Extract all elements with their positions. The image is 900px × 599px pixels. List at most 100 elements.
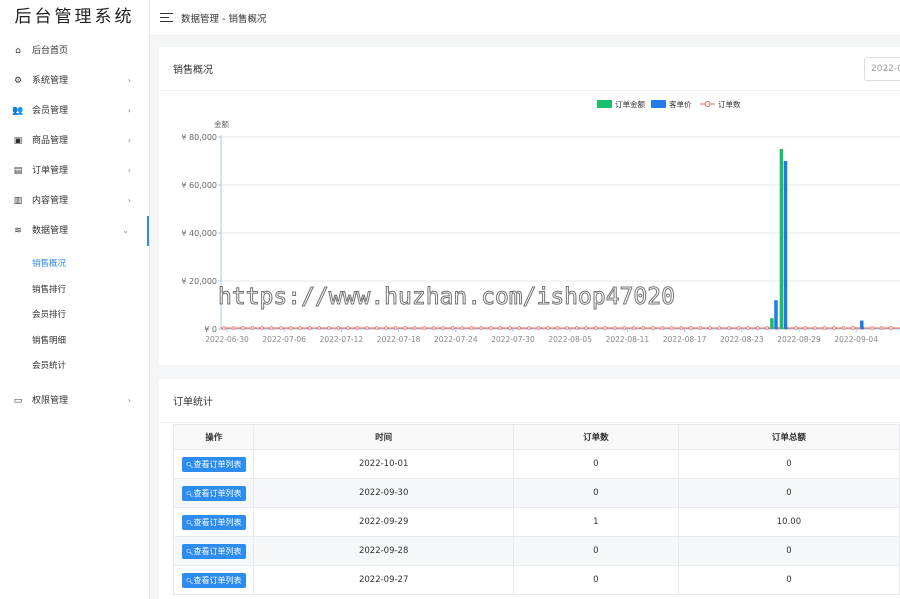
order-count-point bbox=[460, 326, 465, 330]
sidebar-item-label: 会员管理 bbox=[32, 106, 69, 116]
order-count-point bbox=[384, 326, 388, 330]
order-count-point bbox=[813, 326, 817, 330]
sidebar-item[interactable]: ⌂ 后台首页 bbox=[0, 36, 149, 66]
order-count-point bbox=[450, 326, 455, 330]
order-count-point bbox=[832, 326, 836, 330]
order-count-point bbox=[670, 326, 674, 330]
database-icon: ≋ bbox=[14, 226, 22, 236]
order-count-point bbox=[393, 326, 398, 330]
submenu-item[interactable]: 会员统计 bbox=[0, 354, 149, 380]
order-count-point bbox=[269, 326, 274, 330]
sidebar-item-label: 系统管理 bbox=[32, 76, 69, 86]
view-order-list-button[interactable]: 🔍︎查看订单列表 bbox=[181, 514, 246, 530]
orders-card-header: 订单统计 bbox=[159, 379, 900, 423]
action-cell: 🔍︎查看订单列表 bbox=[172, 536, 255, 566]
view-order-list-button[interactable]: 🔍︎查看订单列表 bbox=[181, 543, 246, 559]
order-count-point bbox=[679, 326, 684, 330]
bag-icon: ▣ bbox=[13, 136, 23, 146]
y-tick-label: ¥ 20,000 bbox=[181, 277, 217, 286]
order-count-point bbox=[431, 326, 436, 330]
search-icon: 🔍︎ bbox=[185, 490, 194, 498]
order-count-point bbox=[851, 326, 855, 330]
order-count-point bbox=[736, 326, 741, 330]
gear-icon: ⚙ bbox=[13, 76, 23, 86]
table-row: 🔍︎查看订单列表 2022-09-27 0 0 bbox=[172, 565, 900, 595]
menu-toggle-icon[interactable] bbox=[160, 10, 173, 25]
breadcrumb: 数据管理 - 销售概况 bbox=[181, 13, 267, 25]
sidebar-item[interactable]: ▤ 订单管理 › bbox=[0, 156, 149, 186]
action-cell: 🔍︎查看订单列表 bbox=[172, 565, 255, 595]
col-header-action: 操作 bbox=[172, 424, 255, 450]
order-count-point bbox=[698, 326, 703, 330]
date-range-input[interactable]: 2022-0 bbox=[864, 57, 900, 81]
sidebar-item[interactable]: 👥 会员管理 › bbox=[0, 96, 149, 126]
order-count-point bbox=[241, 326, 245, 330]
view-order-list-button[interactable]: 🔍︎查看订单列表 bbox=[181, 572, 246, 588]
app-logo-title: 后台管理系统 bbox=[14, 7, 135, 27]
sidebar-item[interactable]: ▭ 权限管理 › bbox=[0, 386, 149, 416]
x-tick-label: 2022-09-04 bbox=[834, 335, 878, 344]
submenu-item[interactable]: 销售排行 bbox=[0, 278, 149, 304]
order-count-point bbox=[746, 326, 750, 330]
search-icon: 🔍︎ bbox=[185, 461, 194, 469]
order-count-point bbox=[689, 326, 693, 330]
sidebar-item-label: 订单管理 bbox=[32, 166, 69, 176]
sidebar-item-label: 后台首页 bbox=[32, 46, 69, 56]
sales-chart: ¥ 0 ¥ 20,000 ¥ 40,000 ¥ 60,000 ¥ 80,000 金额 202… bbox=[181, 99, 900, 344]
order-count-point bbox=[288, 326, 293, 330]
order-count-point bbox=[365, 326, 369, 330]
order-count-point bbox=[489, 326, 493, 330]
order-count-point bbox=[803, 326, 808, 330]
sidebar-item-label: 内容管理 bbox=[32, 196, 69, 206]
y-axis-label: 金额 bbox=[214, 119, 229, 129]
x-tick-label: 2022-06-30 bbox=[205, 335, 249, 344]
button-label: 查看订单列表 bbox=[193, 575, 242, 585]
order-count-point bbox=[622, 326, 627, 330]
sidebar-item[interactable]: ≋ 数据管理 ⌄ bbox=[0, 216, 149, 246]
orders-card-title: 订单统计 bbox=[173, 397, 213, 408]
users-icon: 👥 bbox=[12, 106, 24, 116]
order-count-point bbox=[374, 326, 379, 330]
sidebar-item[interactable]: ▣ 商品管理 › bbox=[0, 126, 149, 156]
order-count-point bbox=[307, 326, 312, 330]
table-row: 🔍︎查看订单列表 2022-09-29 1 10.00 bbox=[172, 507, 900, 537]
order-count-point bbox=[403, 326, 407, 330]
chevron-right-icon: › bbox=[127, 395, 131, 405]
order-count-point bbox=[660, 326, 665, 330]
y-tick-label: ¥ 80,000 bbox=[181, 133, 217, 142]
submenu-item[interactable]: 会员排行 bbox=[0, 303, 149, 329]
date-cell: 2022-09-29 bbox=[253, 507, 514, 537]
order-count-point bbox=[555, 326, 560, 330]
order-count-point bbox=[250, 326, 255, 330]
table-row: 🔍︎查看订单列表 2022-09-28 0 0 bbox=[172, 536, 900, 566]
x-tick-label: 2022-07-30 bbox=[491, 335, 535, 344]
order-count-point bbox=[870, 326, 874, 330]
sidebar: 后台管理系统 ⌂ 后台首页 ⚙ 系统管理 › 👥 会员管理 › ▣ 商品管理 › ▤ 订单管理 › ▥ 内容管… bbox=[0, 0, 150, 599]
count-cell: 0 bbox=[512, 449, 679, 479]
home-icon: ⌂ bbox=[15, 46, 21, 56]
total-cell: 0 bbox=[677, 536, 900, 566]
sidebar-item[interactable]: ▥ 内容管理 › bbox=[0, 186, 149, 216]
submenu-item[interactable]: 销售概况 bbox=[0, 252, 149, 278]
button-label: 查看订单列表 bbox=[193, 459, 242, 469]
table-row: 🔍︎查看订单列表 2022-10-01 0 0 bbox=[172, 449, 900, 479]
sidebar-item[interactable]: ⚙ 系统管理 › bbox=[0, 66, 149, 96]
order-count-point bbox=[755, 326, 760, 330]
submenu-item[interactable]: 销售明细 bbox=[0, 329, 149, 355]
count-cell: 0 bbox=[512, 565, 679, 595]
order-count-point bbox=[260, 326, 264, 330]
x-tick-label: 2022-08-29 bbox=[777, 335, 821, 344]
action-cell: 🔍︎查看订单列表 bbox=[172, 449, 255, 479]
total-cell: 10.00 bbox=[677, 507, 900, 537]
top-bar: 数据管理 - 销售概况 bbox=[150, 0, 900, 36]
search-icon: 🔍︎ bbox=[185, 519, 194, 527]
view-order-list-button[interactable]: 🔍︎查看订单列表 bbox=[181, 485, 246, 501]
order-count-point bbox=[603, 326, 608, 330]
view-order-list-button[interactable]: 🔍︎查看订单列表 bbox=[181, 456, 246, 472]
x-tick-label: 2022-07-06 bbox=[262, 335, 306, 344]
total-cell: 0 bbox=[677, 565, 900, 595]
sales-overview-card: 销售概况 2022-0 ¥ 0 ¥ 20,000 ¥ 40,000 ¥ 60,000 ¥… bbox=[159, 47, 900, 365]
order-count-point bbox=[593, 326, 598, 330]
sidebar-item-label: 数据管理 bbox=[32, 226, 69, 236]
order-count-point bbox=[879, 326, 884, 330]
